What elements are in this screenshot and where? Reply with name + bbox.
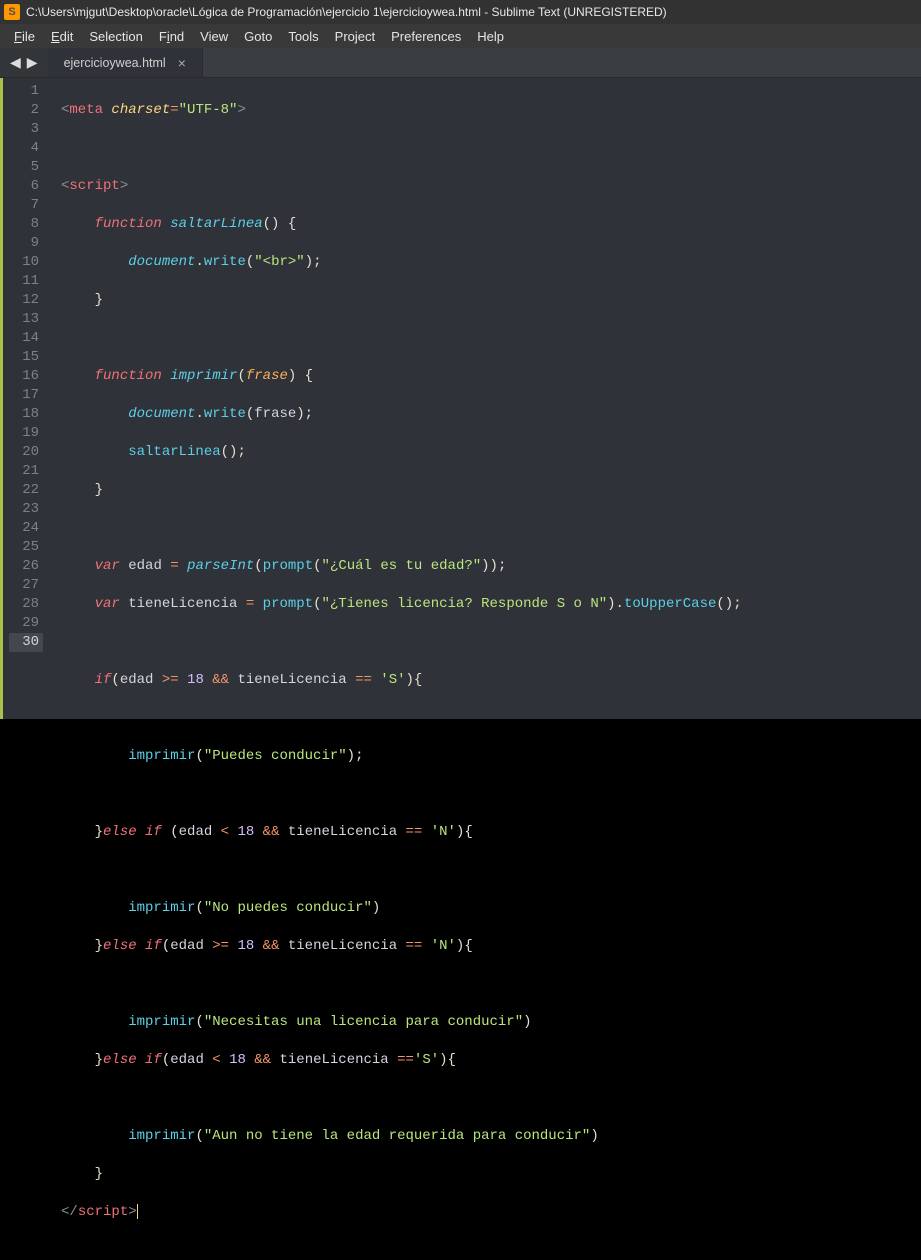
caret: [137, 1204, 138, 1219]
line-number: 20: [9, 443, 39, 462]
line-number: 4: [9, 139, 39, 158]
code-line: saltarLinea();: [61, 443, 742, 462]
tab-label: ejercicioywea.html: [64, 56, 166, 70]
menu-project[interactable]: Project: [327, 26, 383, 47]
code-line: [61, 861, 742, 880]
line-number: 2: [9, 101, 39, 120]
line-number: 27: [9, 576, 39, 595]
menu-selection[interactable]: Selection: [81, 26, 150, 47]
code-line: }: [61, 1165, 742, 1184]
line-number: 25: [9, 538, 39, 557]
menu-preferences[interactable]: Preferences: [383, 26, 469, 47]
code-line: </script>: [61, 1203, 742, 1222]
line-number: 8: [9, 215, 39, 234]
line-number: 1: [9, 82, 39, 101]
code-line: }: [61, 481, 742, 500]
code-line: imprimir("Necesitas una licencia para co…: [61, 1013, 742, 1032]
tab-close-icon[interactable]: ×: [178, 55, 186, 71]
gutter: 1 2 3 4 5 6 7 8 9 10 11 12 13 14 15 16 1…: [3, 78, 49, 719]
code-line: imprimir("Puedes conducir");: [61, 747, 742, 766]
code-line: }else if (edad < 18 && tieneLicencia == …: [61, 823, 742, 842]
line-number: 3: [9, 120, 39, 139]
menu-edit[interactable]: Edit: [43, 26, 81, 47]
line-number: 26: [9, 557, 39, 576]
line-number: 11: [9, 272, 39, 291]
app-icon: S: [4, 4, 20, 20]
tab-row: ◀ ▶ ejercicioywea.html ×: [0, 48, 921, 78]
code-line: document.write("<br>");: [61, 253, 742, 272]
code-line: function saltarLinea() {: [61, 215, 742, 234]
code-line: [61, 519, 742, 538]
code-line: imprimir("Aun no tiene la edad requerida…: [61, 1127, 742, 1146]
line-number: 18: [9, 405, 39, 424]
line-number: 9: [9, 234, 39, 253]
code-line: imprimir("No puedes conducir"): [61, 899, 742, 918]
line-number: 14: [9, 329, 39, 348]
line-number: 19: [9, 424, 39, 443]
code-line: <script>: [61, 177, 742, 196]
line-number: 21: [9, 462, 39, 481]
code-line: }: [61, 291, 742, 310]
line-number: 28: [9, 595, 39, 614]
code-line: [61, 329, 742, 348]
line-number: 17: [9, 386, 39, 405]
code-line: [61, 785, 742, 804]
menu-bar: File Edit Selection Find View Goto Tools…: [0, 24, 921, 48]
title-bar: S C:\Users\mjgut\Desktop\oracle\Lógica d…: [0, 0, 921, 24]
minimap[interactable]: [905, 78, 921, 719]
line-number: 24: [9, 519, 39, 538]
line-number: 29: [9, 614, 39, 633]
menu-help[interactable]: Help: [469, 26, 512, 47]
code-line: <meta charset="UTF-8">: [61, 101, 742, 120]
line-number: 7: [9, 196, 39, 215]
nav-next-icon[interactable]: ▶: [27, 54, 38, 71]
code-line: var tieneLicencia = prompt("¿Tienes lice…: [61, 595, 742, 614]
tab-active[interactable]: ejercicioywea.html ×: [48, 48, 203, 77]
menu-view[interactable]: View: [192, 26, 236, 47]
line-number: 6: [9, 177, 39, 196]
code-line: document.write(frase);: [61, 405, 742, 424]
menu-file[interactable]: File: [6, 26, 43, 47]
code-line: [61, 633, 742, 652]
window-title: C:\Users\mjgut\Desktop\oracle\Lógica de …: [26, 5, 667, 19]
line-number: 16: [9, 367, 39, 386]
nav-prev-icon[interactable]: ◀: [10, 54, 21, 71]
line-number: 12: [9, 291, 39, 310]
code-line: [61, 975, 742, 994]
code-area[interactable]: <meta charset="UTF-8"> <script> function…: [49, 78, 742, 719]
menu-find[interactable]: Find: [151, 26, 192, 47]
menu-goto[interactable]: Goto: [236, 26, 280, 47]
menu-tools[interactable]: Tools: [280, 26, 326, 47]
code-line: }else if(edad < 18 && tieneLicencia =='S…: [61, 1051, 742, 1070]
code-line: var edad = parseInt(prompt("¿Cuál es tu …: [61, 557, 742, 576]
line-number: 13: [9, 310, 39, 329]
code-line: function imprimir(frase) {: [61, 367, 742, 386]
line-number: 5: [9, 158, 39, 177]
code-line: [61, 139, 742, 158]
code-line: }else if(edad >= 18 && tieneLicencia == …: [61, 937, 742, 956]
code-line: [61, 1089, 742, 1108]
line-number: 15: [9, 348, 39, 367]
line-number: 23: [9, 500, 39, 519]
line-number: 22: [9, 481, 39, 500]
line-number-current: 30: [9, 633, 43, 652]
line-number: 10: [9, 253, 39, 272]
nav-box: ◀ ▶: [0, 48, 48, 77]
code-line: if(edad >= 18 && tieneLicencia == 'S'){: [61, 671, 742, 690]
editor[interactable]: 1 2 3 4 5 6 7 8 9 10 11 12 13 14 15 16 1…: [0, 78, 921, 719]
